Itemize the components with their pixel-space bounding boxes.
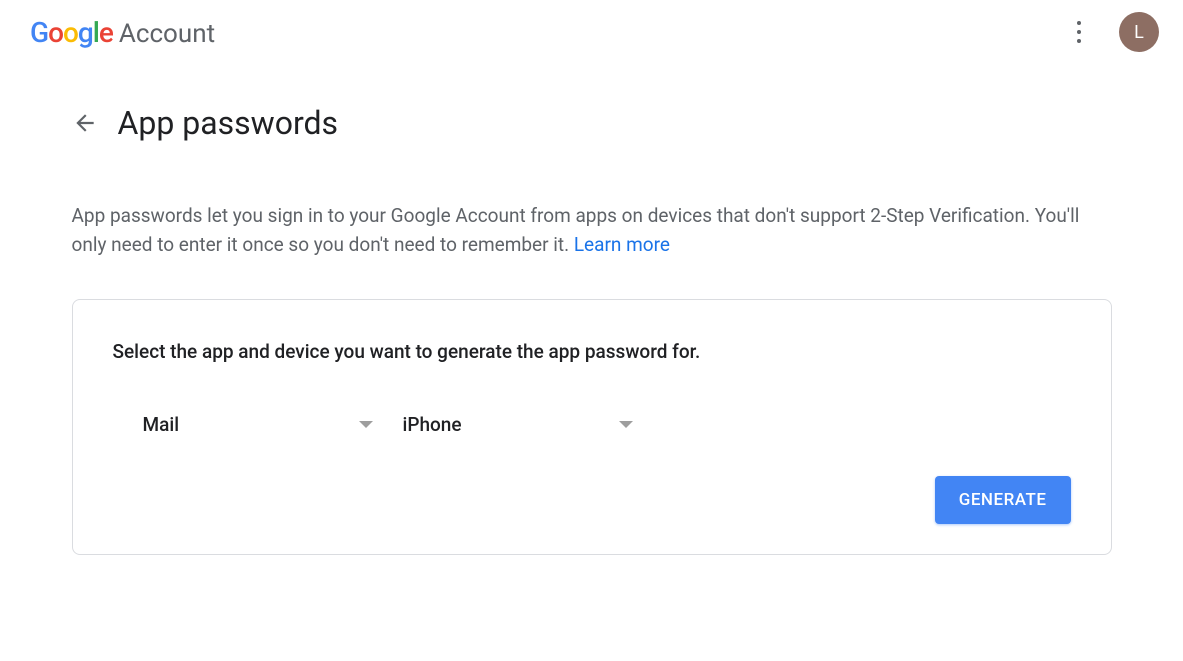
learn-more-link[interactable]: Learn more — [574, 233, 670, 256]
chevron-down-icon — [619, 421, 633, 428]
chevron-down-icon — [359, 421, 373, 428]
google-logo: Google — [30, 16, 113, 49]
selects-row: Mail iPhone — [113, 413, 1071, 436]
main-content: App passwords App passwords let you sign… — [72, 64, 1112, 555]
app-select[interactable]: Mail — [143, 413, 373, 436]
card-instruction: Select the app and device you want to ge… — [113, 340, 1071, 363]
logo-area: Google Account — [30, 16, 215, 49]
card-actions: GENERATE — [113, 476, 1071, 524]
app-select-value: Mail — [143, 413, 180, 436]
account-label: Account — [119, 19, 215, 49]
device-select-value: iPhone — [403, 413, 462, 436]
arrow-left-icon — [72, 110, 98, 136]
description: App passwords let you sign in to your Go… — [72, 202, 1112, 259]
header-actions: L — [1059, 12, 1159, 52]
device-select[interactable]: iPhone — [403, 413, 633, 436]
header: Google Account L — [0, 0, 1183, 64]
page-title: App passwords — [118, 104, 339, 142]
generate-card: Select the app and device you want to ge… — [72, 299, 1112, 555]
more-button[interactable] — [1059, 12, 1099, 52]
generate-button[interactable]: GENERATE — [935, 476, 1071, 524]
more-vert-icon — [1077, 21, 1081, 43]
title-row: App passwords — [72, 104, 1112, 142]
back-button[interactable] — [72, 110, 98, 136]
avatar[interactable]: L — [1119, 12, 1159, 52]
